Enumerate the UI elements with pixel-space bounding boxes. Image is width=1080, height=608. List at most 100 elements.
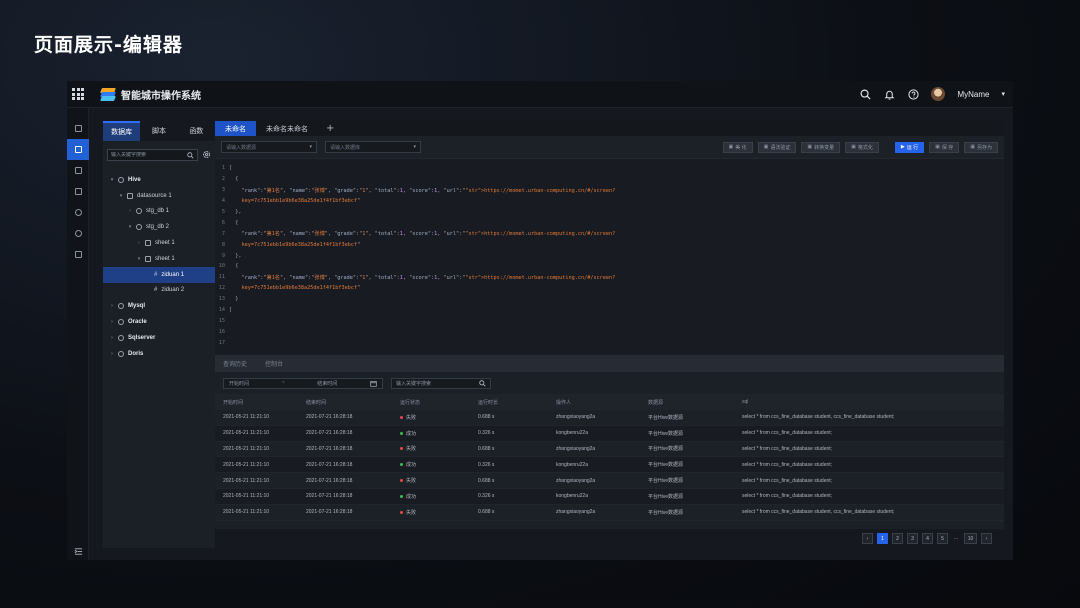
cell-end-time: 2021-07-21 16:28:18: [306, 509, 353, 516]
help-icon[interactable]: [907, 88, 919, 100]
rail-item-data[interactable]: [67, 160, 89, 181]
tree-node[interactable]: ▾ sheet 1: [103, 251, 215, 267]
column-header[interactable]: 运行状态: [400, 399, 478, 406]
results-search[interactable]: 输入关键字搜索: [391, 377, 491, 389]
column-header[interactable]: 数据源: [648, 399, 742, 406]
editor-tab[interactable]: 未命名未命名: [256, 121, 318, 136]
tree-node[interactable]: # ziduan 2: [103, 283, 215, 299]
page-button[interactable]: 3: [907, 533, 918, 544]
cell-duration: 0.326 s: [478, 461, 495, 468]
database-select[interactable]: 请输入数据库 ▾: [325, 141, 421, 153]
tree-node[interactable]: ▾ datasource 1: [103, 188, 215, 204]
editor-tab[interactable]: 未命名: [215, 121, 256, 136]
table-row[interactable]: 2021-05-21 11:21:10 2021-07-21 16:28:18 成功…: [215, 457, 1004, 474]
rail-item-settings[interactable]: [67, 244, 89, 265]
tree-node[interactable]: › Sqlserver: [103, 330, 215, 346]
date-range-picker[interactable]: 开始时间 ~ 结束时间: [223, 377, 383, 389]
tree-node[interactable]: ▾ Hive: [103, 172, 215, 188]
explorer-tab[interactable]: 数据库: [103, 121, 141, 141]
explorer-search[interactable]: [107, 149, 198, 161]
page-button[interactable]: 5: [937, 533, 948, 544]
page-button[interactable]: 1: [877, 533, 888, 544]
table-row[interactable]: 2021-05-21 11:21:10 2021-07-21 16:28:18 失败…: [215, 441, 1004, 458]
column-header[interactable]: 运行时长: [478, 399, 556, 406]
status-dot-icon: [400, 447, 403, 451]
tree-caret-icon[interactable]: ▾: [136, 256, 142, 262]
column-header[interactable]: 结束时间: [306, 399, 400, 406]
toolbar-button[interactable]: ▣ 格式化: [845, 141, 879, 153]
toolbar-button[interactable]: ▶ 运 行: [894, 141, 925, 153]
column-header[interactable]: sql: [742, 399, 1004, 405]
toolbar-button[interactable]: ▣ 语法验证: [757, 141, 797, 153]
data-icon: [74, 167, 82, 174]
page-button[interactable]: 10: [964, 533, 977, 544]
table-row[interactable]: 2021-05-21 11:21:10 2021-07-21 16:28:18 成功…: [215, 425, 1004, 442]
code-line: 6 {: [215, 217, 1004, 228]
tree-caret-icon[interactable]: ›: [127, 208, 133, 214]
tree-node-label: Sqlserver: [128, 334, 156, 341]
next-page-button[interactable]: ›: [981, 533, 992, 544]
add-tab-button[interactable]: +: [318, 121, 342, 136]
datasource-select[interactable]: 请输入数据源 ▾: [221, 141, 317, 153]
table-row[interactable]: 2021-05-21 11:21:10 2021-07-21 16:28:18 失败…: [215, 410, 1004, 426]
rail-item-monitor[interactable]: [67, 181, 89, 202]
page-button[interactable]: 4: [922, 533, 933, 544]
code-text: }: [229, 296, 239, 303]
tree-caret-icon[interactable]: ▾: [118, 193, 124, 199]
tree-caret-icon[interactable]: ›: [136, 240, 142, 246]
column-header[interactable]: 开始时间: [215, 399, 306, 406]
end-time-placeholder: 结束时间: [317, 380, 338, 387]
rail-item-cloud[interactable]: [67, 223, 89, 244]
editor-actions: ▣ 美 化 ▣ 语法验证 ▣ 转换变量 ▣ 格式化 ▶ 运 行 ▣ 保 存 ▣ 另存为: [722, 141, 998, 153]
table-row[interactable]: 2021-05-21 11:21:10 2021-07-21 16:28:18 失败…: [215, 473, 1004, 489]
tree-node[interactable]: # ziduan 1: [103, 266, 215, 283]
rail-item-editor[interactable]: [67, 139, 89, 160]
column-header[interactable]: 操作人: [556, 399, 648, 406]
results-tab[interactable]: 查询历史: [223, 359, 247, 368]
tree-node[interactable]: › Oracle: [103, 314, 215, 330]
tree-caret-icon[interactable]: ›: [109, 319, 115, 325]
tree-node[interactable]: › stg_db 1: [103, 204, 215, 220]
tree-node[interactable]: ▾ stg_db 2: [103, 219, 215, 235]
cell-datasource: 平台Hive数据源: [648, 462, 684, 469]
cell-start-time: 2021-05-21 11:21:10: [223, 445, 270, 452]
code-text: {: [229, 263, 239, 270]
tree-node[interactable]: › Mysql: [103, 298, 215, 314]
code-text: key=7c751ebb1e9b6e38a25de1f4f1bf3ebcf": [241, 285, 361, 292]
tree-node[interactable]: › Doris: [103, 346, 215, 362]
tree-caret-icon[interactable]: ›: [109, 351, 115, 357]
toolbar-button[interactable]: ▣ 转换变量: [801, 141, 841, 153]
cell-user: kongbenru22a: [556, 493, 588, 500]
rail-item-overview[interactable]: [67, 118, 89, 139]
search-icon[interactable]: [859, 88, 871, 100]
code-area[interactable]: 1[2 {3 "rank":"第1名", "name":"张博", "grade…: [215, 159, 1004, 348]
toolbar-button[interactable]: ▣ 美 化: [722, 141, 753, 153]
rail-item-target[interactable]: [67, 202, 89, 223]
toolbar-button[interactable]: ▣ 保 存: [929, 141, 960, 153]
user-name[interactable]: MyName: [957, 90, 989, 99]
results-tab[interactable]: 控制台: [265, 359, 283, 368]
explorer-tab[interactable]: 脚本: [140, 121, 177, 141]
start-time-placeholder: 开始时间: [229, 380, 250, 387]
avatar[interactable]: [931, 87, 946, 101]
explorer-tab[interactable]: 函数: [178, 121, 215, 141]
cell-datasource: 平台Hive数据源: [648, 478, 684, 485]
table-row[interactable]: 2021-05-21 11:21:10 2021-07-21 16:28:18 成功…: [215, 488, 1004, 505]
collapse-rail-button[interactable]: [67, 547, 89, 556]
page-button[interactable]: 2: [892, 533, 903, 544]
tree-caret-icon[interactable]: ▾: [127, 224, 133, 230]
tree-caret-icon[interactable]: ›: [109, 303, 115, 309]
prev-page-button[interactable]: ‹: [862, 533, 873, 544]
toolbar-button[interactable]: ▣ 另存为: [964, 141, 998, 153]
table-row[interactable]: 2021-05-21 11:21:10 2021-07-21 16:28:18 失败…: [215, 504, 1004, 521]
bell-icon[interactable]: [883, 88, 895, 100]
tree-node[interactable]: › sheet 1: [103, 235, 215, 251]
app-launcher-button[interactable]: [67, 81, 89, 108]
tree-caret-icon[interactable]: ›: [109, 335, 115, 341]
code-line: 4 key=7c751ebb1e9b6e38a25de1f4f1bf3ebcf": [215, 196, 1004, 207]
line-number: 12: [218, 285, 225, 292]
explorer-search-input[interactable]: [111, 152, 187, 158]
chevron-down-icon[interactable]: ▾: [1001, 90, 1005, 98]
settings-icon[interactable]: [202, 146, 211, 164]
tree-caret-icon[interactable]: ▾: [109, 177, 115, 183]
